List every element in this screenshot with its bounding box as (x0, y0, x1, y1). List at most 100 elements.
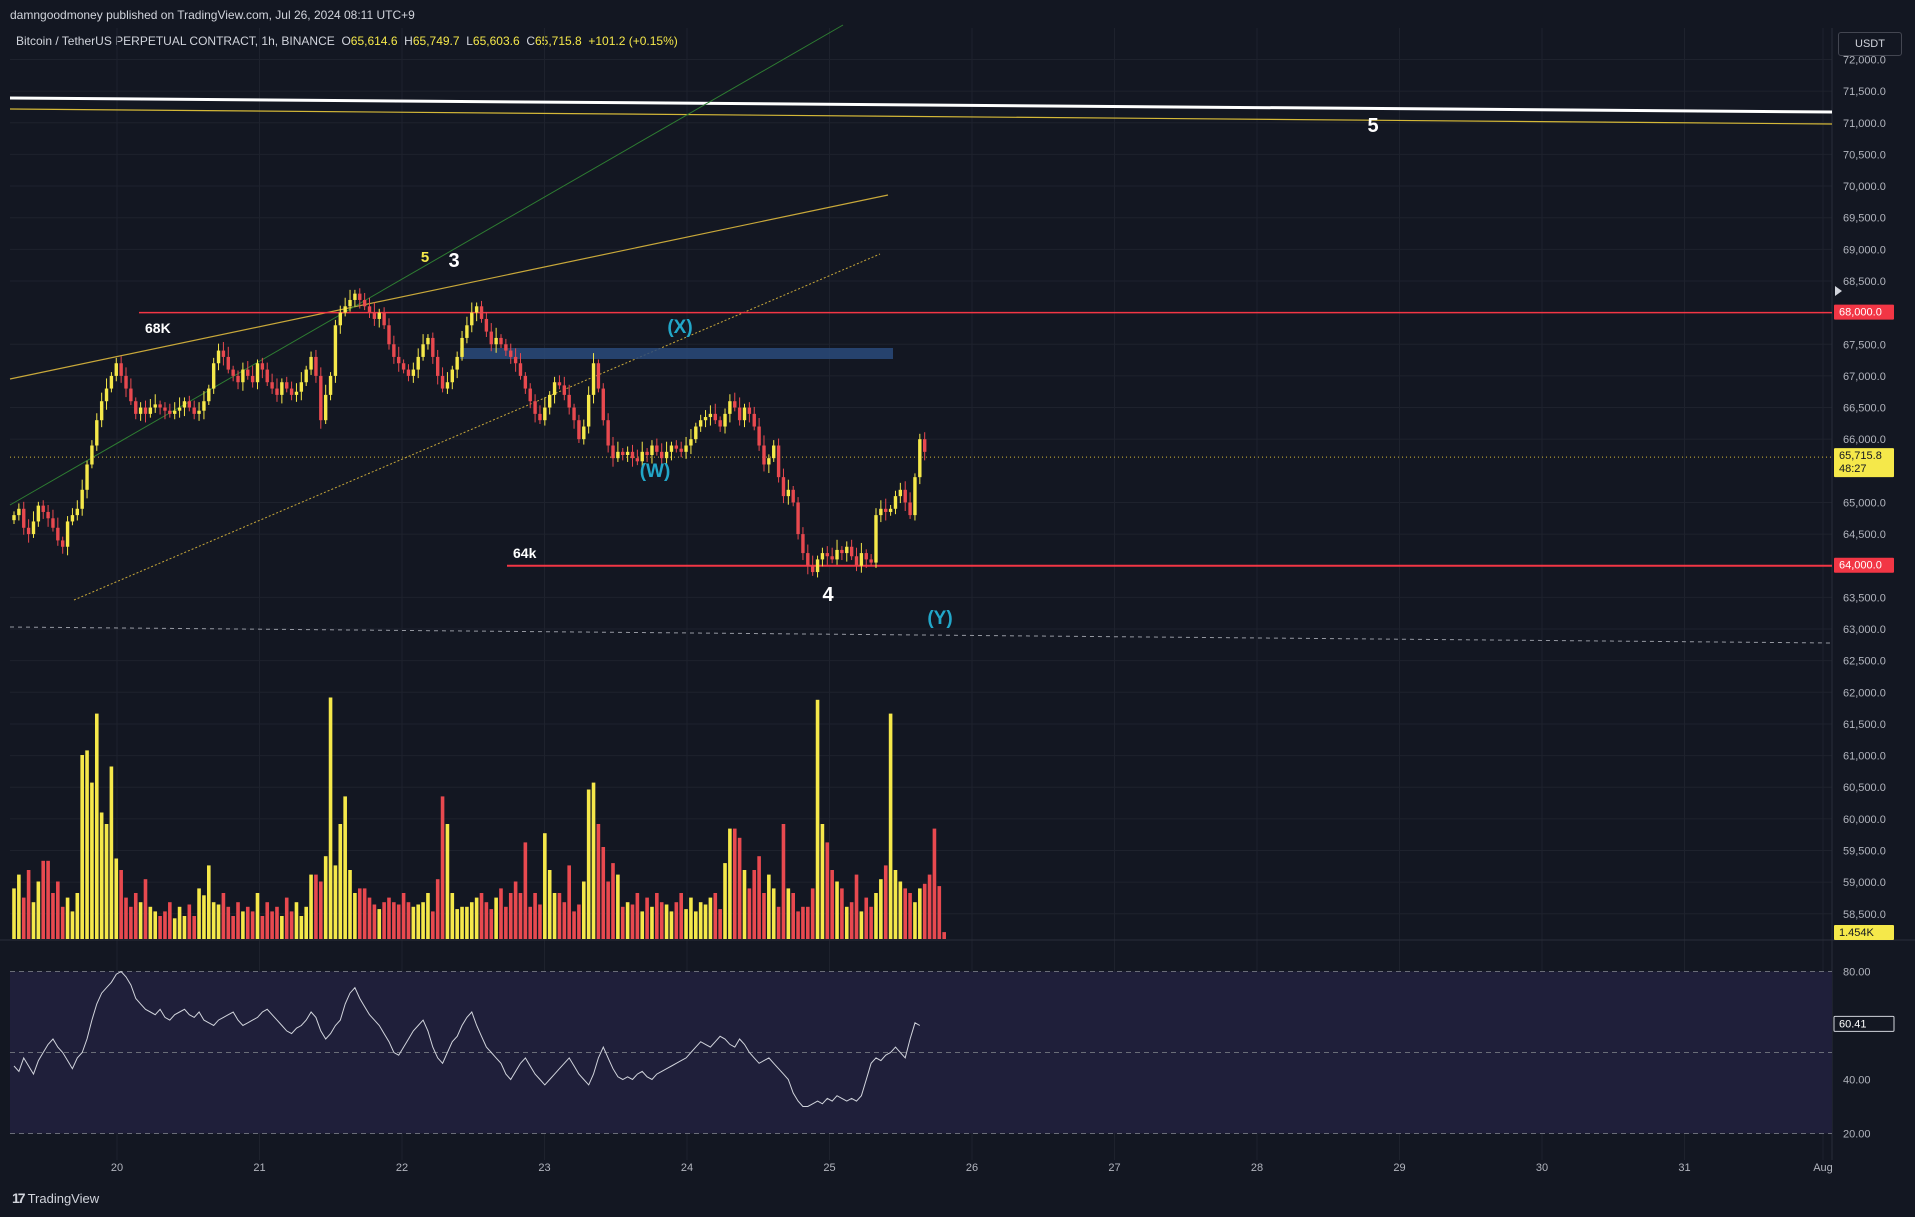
candle-body (143, 407, 148, 414)
date-tick: 20 (111, 1162, 123, 1174)
candle-body (168, 410, 172, 414)
volume-bar (338, 824, 343, 939)
volume-bar (757, 856, 761, 939)
candle-body (606, 420, 610, 446)
candle-body (41, 505, 45, 512)
volume-bar (689, 897, 693, 939)
volume-bar (810, 888, 815, 939)
volume-bar (304, 906, 308, 939)
candle-body (270, 382, 274, 389)
candle-body (616, 451, 620, 459)
candle-body (280, 382, 284, 395)
volume-bar (625, 902, 630, 939)
volume-bar (421, 902, 425, 939)
candle-body (465, 325, 469, 338)
candle-body (260, 363, 265, 370)
candle-body (557, 382, 562, 386)
volume-bar (133, 893, 138, 939)
price-tick: 62,000.0 (1843, 687, 1886, 699)
volume-bar (489, 909, 494, 939)
candle-body (474, 306, 479, 313)
volume-bar (806, 906, 810, 939)
volume-bar (284, 897, 289, 939)
volume-bar (718, 909, 722, 939)
candle-body (538, 413, 542, 421)
candle-body (582, 426, 586, 440)
volume-bar (616, 874, 620, 939)
volume-bar (854, 874, 859, 939)
volume-bar (781, 824, 786, 939)
candle-body (411, 369, 416, 376)
candle-body (182, 401, 187, 408)
candle-body (353, 293, 357, 300)
candle-body (26, 527, 31, 535)
volume-bar (557, 893, 562, 939)
volume-bar (197, 888, 201, 939)
candle-body (918, 439, 922, 478)
candle-body (879, 508, 883, 516)
volume-bar (182, 916, 187, 939)
candle-body (421, 344, 425, 357)
price-tick: 68,500.0 (1843, 276, 1886, 288)
volume-bar (114, 858, 119, 939)
candle-body (435, 356, 440, 376)
volume-bar (830, 870, 834, 939)
candle-body (635, 458, 640, 462)
candle-body (698, 420, 703, 427)
candle-body (246, 369, 250, 376)
volume-bar (70, 911, 75, 939)
candle-body (460, 337, 464, 357)
volume-bar (245, 906, 250, 939)
tradingview-logo[interactable]: 17 TradingView (12, 1190, 99, 1206)
tradingview-icon: 17 (12, 1190, 26, 1206)
candle-body (518, 363, 523, 376)
volume-bar (265, 902, 270, 939)
candle-body (401, 363, 406, 370)
candle-body (202, 401, 206, 411)
candle-body (377, 312, 381, 319)
volume-bar (153, 911, 158, 939)
candle-body (265, 369, 269, 383)
candle-body (61, 540, 65, 547)
candle-body (523, 375, 528, 389)
volume-bar (148, 906, 153, 939)
candle-body (694, 426, 698, 440)
candle-body (776, 445, 781, 478)
volume-bar (723, 863, 727, 939)
volume-bar (874, 893, 878, 939)
volume-bar (333, 865, 338, 939)
candle-body (820, 553, 825, 560)
badge-volume: 1.454K (1839, 927, 1875, 939)
volume-bar (138, 902, 143, 939)
candle-body (177, 407, 182, 411)
candle-body (406, 369, 411, 376)
candle-body (445, 382, 450, 389)
candle-body (51, 518, 55, 528)
chart-canvas[interactable]: 5 5 3 4 (W) (X) (Y) 68K 64k 72,000.0 71,500.0 71,0… (0, 0, 1915, 1217)
candle-body (781, 477, 786, 497)
volume-bar (479, 893, 484, 939)
volume-bar (426, 893, 430, 939)
candle-body (893, 496, 898, 509)
candle-body (314, 356, 318, 376)
candle-body (80, 489, 84, 509)
rsi-tick: 80.00 (1843, 967, 1871, 979)
candle-body (669, 445, 674, 452)
candle-body (173, 410, 177, 414)
volume-bar (450, 893, 455, 939)
volume-bar (752, 870, 757, 939)
volume-bar (898, 881, 903, 939)
volume-bar (645, 897, 649, 939)
candle-body (723, 413, 727, 427)
candle-body (684, 445, 688, 452)
volume-bar (158, 916, 162, 939)
candle-body (289, 388, 294, 395)
volume-bar (922, 883, 927, 939)
resistance-line-white (9, 96, 1833, 114)
volume-bar (737, 837, 742, 939)
volume-bar (440, 796, 445, 939)
candle-body (611, 445, 615, 459)
candle-body (119, 363, 123, 376)
volume-bar (932, 828, 937, 939)
volume-bar (664, 904, 669, 939)
